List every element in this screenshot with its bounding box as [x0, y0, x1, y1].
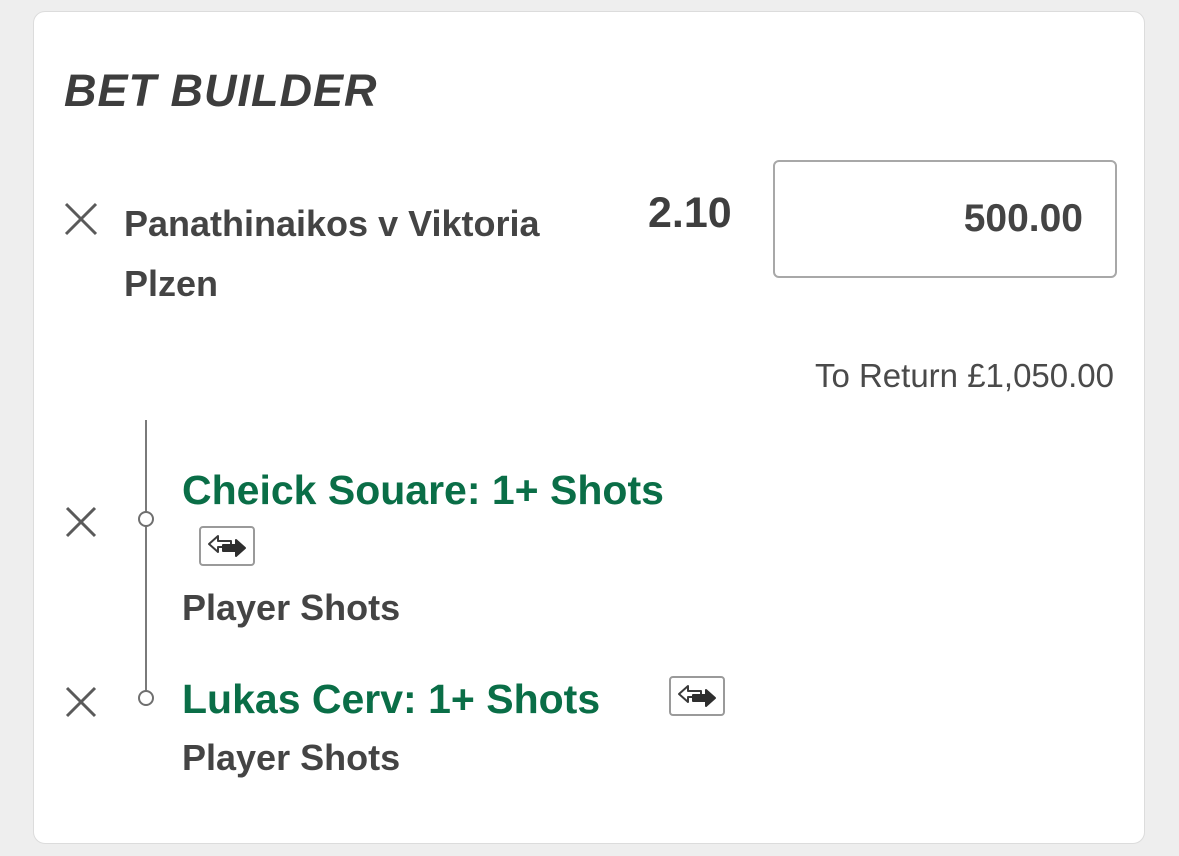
bet-odds: 2.10	[648, 189, 732, 237]
event-name: Panathinaikos v Viktoria Plzen	[124, 194, 624, 314]
selection-name: Cheick Souare: 1+ Shots	[182, 467, 664, 513]
bet-builder-title: BET BUILDER	[64, 65, 378, 116]
bet-builder-card: BET BUILDER Panathinaikos v Viktoria Plz…	[33, 11, 1145, 844]
swap-arrows-icon[interactable]	[199, 526, 255, 566]
market-name: Player Shots	[182, 587, 401, 628]
remove-selection-close-icon[interactable]	[65, 686, 97, 718]
selection-timeline	[145, 420, 147, 698]
event-name-line2: Plzen	[124, 263, 219, 304]
event-name-line1: Panathinaikos v Viktoria	[124, 203, 540, 244]
remove-bet-close-icon[interactable]	[64, 202, 98, 236]
timeline-dot	[138, 690, 154, 706]
timeline-dot	[138, 511, 154, 527]
selection-name: Lukas Cerv: 1+ Shots	[182, 676, 601, 722]
swap-arrows-icon[interactable]	[669, 676, 725, 716]
to-return-amount: To Return £1,050.00	[814, 357, 1114, 394]
remove-selection-close-icon[interactable]	[65, 506, 97, 538]
stake-input[interactable]	[773, 160, 1117, 278]
market-name: Player Shots	[182, 737, 401, 778]
